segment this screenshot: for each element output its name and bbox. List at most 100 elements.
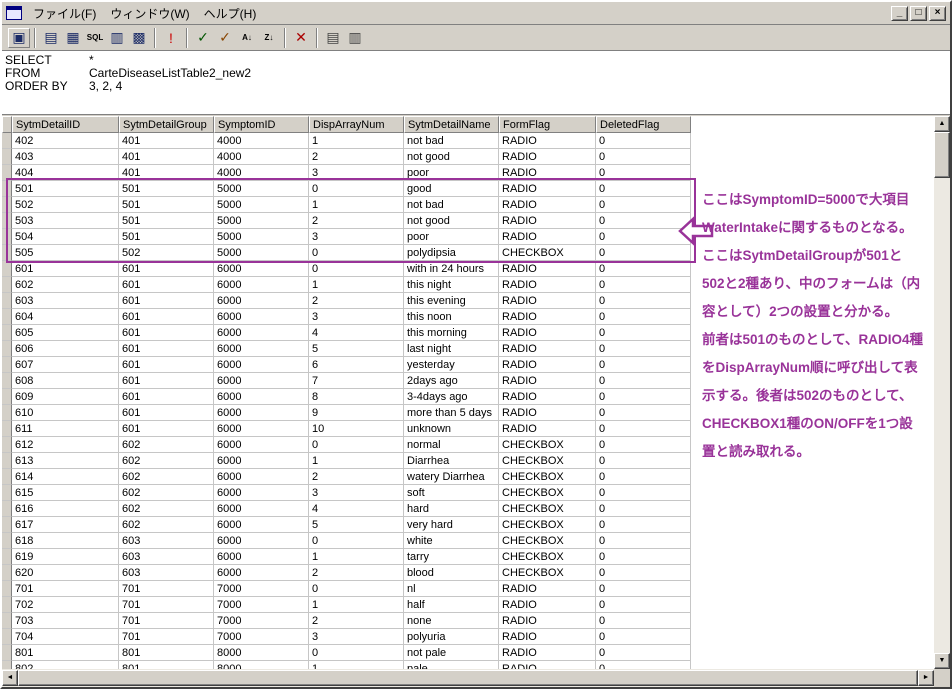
row-selector[interactable] (2, 645, 12, 661)
row-selector[interactable] (2, 309, 12, 325)
cell[interactable]: 0 (596, 405, 691, 421)
cell[interactable]: 504 (12, 229, 119, 245)
column-header-formflag[interactable]: FormFlag (499, 116, 596, 133)
table-row[interactable]: 80180180000not paleRADIO0 (2, 645, 691, 661)
cell[interactable]: 2 (309, 469, 404, 485)
cell[interactable]: not good (404, 149, 499, 165)
cell[interactable]: 0 (596, 581, 691, 597)
table-row[interactable]: 70370170002noneRADIO0 (2, 613, 691, 629)
cell[interactable]: 701 (119, 581, 214, 597)
scroll-left-button[interactable]: ◄ (2, 670, 18, 686)
cell[interactable]: 401 (119, 149, 214, 165)
table-row[interactable]: 60660160005last nightRADIO0 (2, 341, 691, 357)
cell[interactable]: 603 (119, 533, 214, 549)
table-row[interactable]: 62060360002bloodCHECKBOX0 (2, 565, 691, 581)
cell[interactable]: 0 (596, 181, 691, 197)
cell[interactable]: 606 (12, 341, 119, 357)
cell[interactable]: 6000 (214, 325, 309, 341)
cell[interactable]: 612 (12, 437, 119, 453)
table-grid-icon[interactable]: ▥ (106, 28, 128, 48)
cell[interactable]: CHECKBOX (499, 501, 596, 517)
cell[interactable]: 0 (596, 629, 691, 645)
edit-grid-icon[interactable]: ▩ (128, 28, 150, 48)
cell[interactable]: normal (404, 437, 499, 453)
cell[interactable]: 0 (596, 645, 691, 661)
cell[interactable]: CHECKBOX (499, 453, 596, 469)
cell[interactable]: 0 (309, 245, 404, 261)
cell[interactable]: 4000 (214, 149, 309, 165)
row-selector[interactable] (2, 533, 12, 549)
sql-view-icon[interactable]: SQL (84, 28, 106, 48)
row-selector[interactable] (2, 661, 12, 669)
cell[interactable]: 601 (119, 341, 214, 357)
cell[interactable]: 704 (12, 629, 119, 645)
cell[interactable]: 3 (309, 229, 404, 245)
cell[interactable]: 0 (596, 533, 691, 549)
cell[interactable]: 1 (309, 277, 404, 293)
cell[interactable]: 603 (12, 293, 119, 309)
cell[interactable]: 5000 (214, 229, 309, 245)
table-row[interactable]: 60460160003this noonRADIO0 (2, 309, 691, 325)
cell[interactable]: 5 (309, 517, 404, 533)
row-selector[interactable] (2, 197, 12, 213)
cell[interactable]: RADIO (499, 261, 596, 277)
cell[interactable]: last night (404, 341, 499, 357)
cell[interactable]: 0 (596, 485, 691, 501)
cell[interactable]: 502 (12, 197, 119, 213)
table-row[interactable]: 70470170003polyuriaRADIO0 (2, 629, 691, 645)
cell[interactable]: 604 (12, 309, 119, 325)
cell[interactable]: 802 (12, 661, 119, 669)
cell[interactable]: RADIO (499, 213, 596, 229)
row-selector[interactable] (2, 229, 12, 245)
cell[interactable]: 6000 (214, 437, 309, 453)
row-selector[interactable] (2, 181, 12, 197)
cell[interactable]: RADIO (499, 325, 596, 341)
cell[interactable]: 6000 (214, 453, 309, 469)
close-button[interactable]: × (929, 6, 946, 21)
cell[interactable]: 5000 (214, 197, 309, 213)
cell[interactable]: 602 (119, 453, 214, 469)
cell[interactable]: 6000 (214, 565, 309, 581)
cell[interactable]: RADIO (499, 165, 596, 181)
vertical-scrollbar-thumb[interactable] (934, 132, 950, 178)
new-query-icon[interactable]: ▣ (8, 28, 30, 48)
cell[interactable]: 601 (119, 373, 214, 389)
cell[interactable]: 601 (119, 277, 214, 293)
verify-icon[interactable]: ✓ (214, 28, 236, 48)
cell[interactable]: 608 (12, 373, 119, 389)
cell[interactable]: 3 (309, 165, 404, 181)
table-row[interactable]: 608601600072days agoRADIO0 (2, 373, 691, 389)
cell[interactable]: RADIO (499, 357, 596, 373)
cell[interactable]: 0 (596, 309, 691, 325)
cell[interactable]: RADIO (499, 597, 596, 613)
cell[interactable]: 0 (596, 389, 691, 405)
cell[interactable]: CHECKBOX (499, 565, 596, 581)
cell[interactable]: 6000 (214, 517, 309, 533)
row-selector[interactable] (2, 485, 12, 501)
cell[interactable]: 5000 (214, 245, 309, 261)
cell[interactable]: not bad (404, 197, 499, 213)
cell[interactable]: 0 (596, 165, 691, 181)
table-row[interactable]: 61060160009more than 5 daysRADIO0 (2, 405, 691, 421)
cell[interactable]: 0 (596, 437, 691, 453)
cell[interactable]: good (404, 181, 499, 197)
cell[interactable]: not pale (404, 645, 499, 661)
table-row[interactable]: 60160160000with in 24 hoursRADIO0 (2, 261, 691, 277)
table-row[interactable]: 50150150000goodRADIO0 (2, 181, 691, 197)
horizontal-scrollbar[interactable]: ◄ ► (2, 669, 934, 687)
cell[interactable]: 0 (309, 645, 404, 661)
cell[interactable]: 605 (12, 325, 119, 341)
column-header-deletedflag[interactable]: DeletedFlag (596, 116, 691, 133)
cell[interactable]: 1 (309, 597, 404, 613)
table-row[interactable]: 60560160004this morningRADIO0 (2, 325, 691, 341)
cell[interactable]: this morning (404, 325, 499, 341)
cell[interactable]: 1 (309, 197, 404, 213)
row-selector[interactable] (2, 453, 12, 469)
row-selector[interactable] (2, 613, 12, 629)
cell[interactable]: 1 (309, 453, 404, 469)
cell[interactable]: 403 (12, 149, 119, 165)
cell[interactable]: 401 (119, 165, 214, 181)
cell[interactable]: 2 (309, 149, 404, 165)
cell[interactable]: 603 (119, 565, 214, 581)
table-row[interactable]: 60260160001this nightRADIO0 (2, 277, 691, 293)
